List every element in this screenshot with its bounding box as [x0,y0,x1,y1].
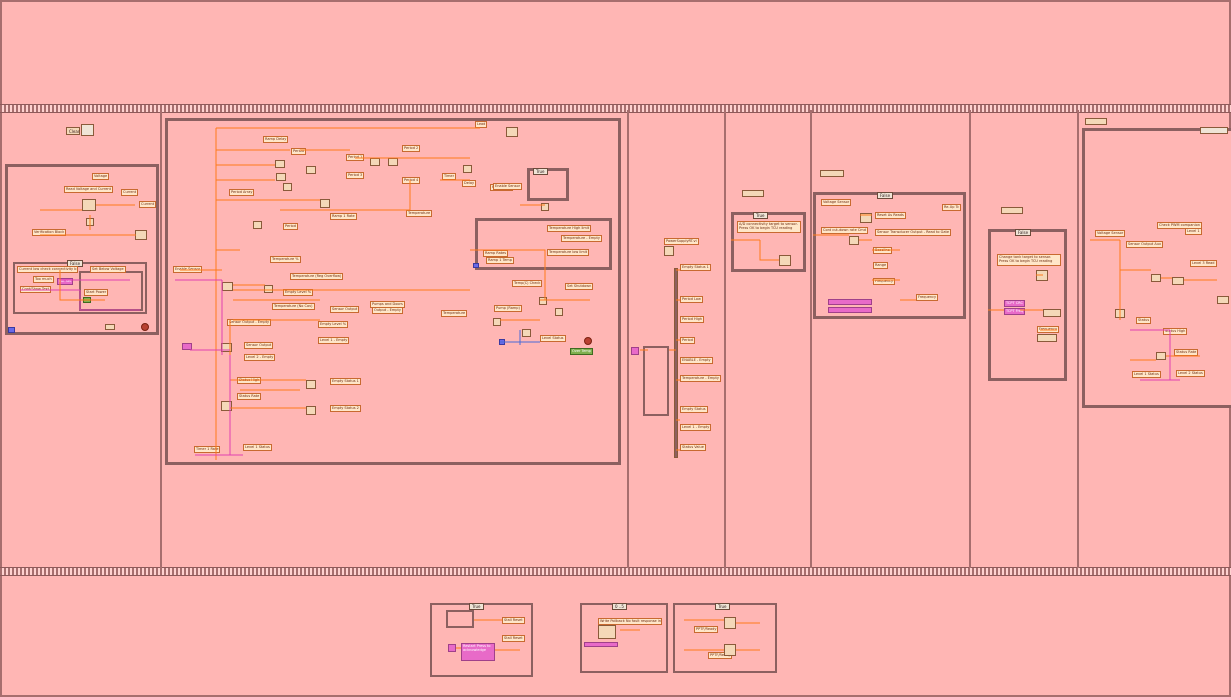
wire [731,214,916,301]
wire [175,279,243,456]
wire [1130,329,1180,381]
wire [40,204,136,301]
labview-block-diagram: { "diagram": { "colors": { "background":… [0,0,1231,697]
wire [180,249,546,321]
wire [1090,239,1217,361]
wire [229,149,470,409]
wire [20,279,140,311]
wire [988,274,1057,331]
wire [215,127,480,460]
wire-layer [20,127,1217,651]
wire [640,269,680,451]
wire [500,330,540,345]
wire [456,619,760,651]
